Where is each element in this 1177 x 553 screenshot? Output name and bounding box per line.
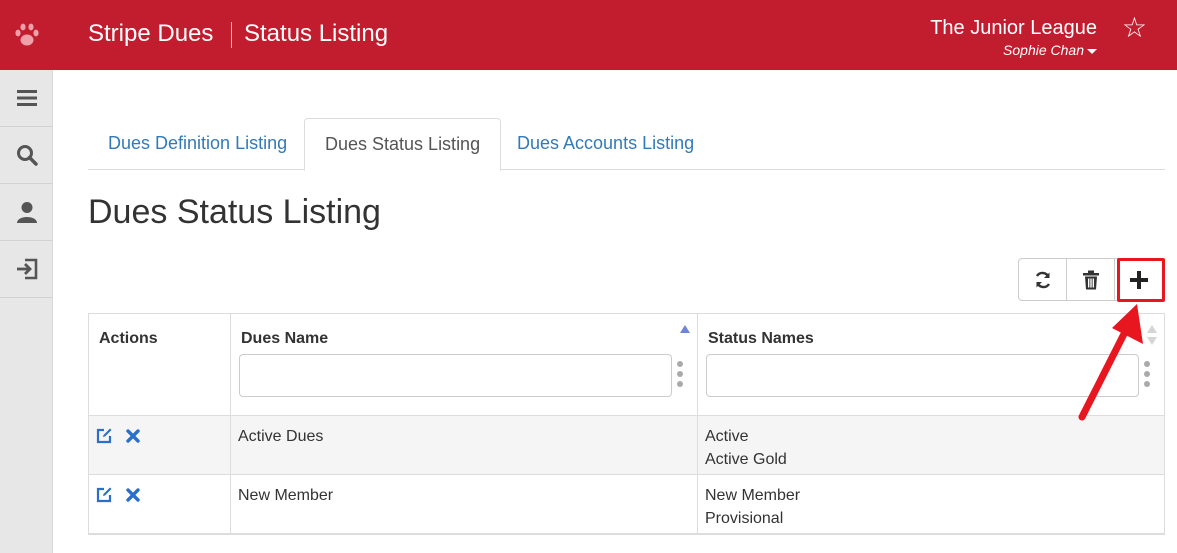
dues-name-filter-input[interactable]: [239, 354, 672, 397]
sidebar-profile-button[interactable]: [0, 184, 53, 241]
status-name: Active Gold: [705, 451, 787, 468]
kebab-menu-icon[interactable]: [677, 361, 683, 387]
table-row[interactable]: Active Dues Active Active Gold: [89, 416, 1164, 475]
sidebar-search-button[interactable]: [0, 127, 53, 184]
paw-icon[interactable]: [0, 0, 53, 70]
column-header-dues-name[interactable]: Dues Name: [231, 314, 698, 416]
table-row[interactable]: New Member New Member Provisional: [89, 475, 1164, 534]
title-divider: [231, 22, 232, 48]
menu-icon: [16, 90, 37, 106]
dues-name-cell: Active Dues: [231, 416, 698, 475]
tab-bar: Dues Definition Listing Dues Status List…: [88, 118, 1165, 171]
dues-name-value: Active Dues: [238, 428, 324, 445]
edit-icon[interactable]: [95, 486, 113, 504]
status-names-value: Active Active Gold: [705, 425, 787, 471]
column-label-dues-name: Dues Name: [241, 330, 329, 347]
status-names-cell: New Member Provisional: [698, 475, 1164, 534]
search-icon: [16, 145, 38, 166]
grid-toolbar: [1018, 258, 1164, 301]
tab-dues-status[interactable]: Dues Status Listing: [304, 118, 502, 171]
user-name-label: Sophie Chan: [1003, 42, 1084, 58]
edit-icon[interactable]: [95, 427, 113, 445]
tab-dues-definition[interactable]: Dues Definition Listing: [88, 118, 307, 170]
refresh-icon: [1035, 271, 1050, 288]
column-header-actions: Actions: [89, 314, 231, 416]
plus-icon: [1129, 270, 1148, 289]
sidebar: [0, 70, 53, 553]
column-label-actions: Actions: [99, 330, 158, 347]
delete-row-icon[interactable]: [124, 427, 142, 445]
column-label-status-names: Status Names: [708, 330, 814, 347]
page-title: Dues Status Listing: [88, 193, 381, 231]
delete-row-icon[interactable]: [124, 486, 142, 504]
star-outline-icon[interactable]: ☆: [1122, 14, 1147, 42]
refresh-button[interactable]: [1019, 259, 1067, 300]
status-names-value: New Member Provisional: [705, 484, 800, 530]
sidebar-logout-button[interactable]: [0, 241, 53, 298]
sidebar-menu-button[interactable]: [0, 70, 53, 127]
delete-button[interactable]: [1067, 259, 1115, 300]
user-icon: [16, 202, 37, 223]
organization-name: The Junior League: [930, 17, 1097, 39]
tab-dues-accounts[interactable]: Dues Accounts Listing: [497, 118, 714, 170]
chevron-down-icon: [1087, 48, 1097, 54]
app-title[interactable]: Stripe Dues: [88, 20, 213, 48]
logout-icon: [16, 258, 37, 280]
add-button[interactable]: [1115, 259, 1163, 300]
status-name: Active: [705, 428, 749, 445]
dues-name-value: New Member: [238, 487, 334, 504]
trash-icon: [1082, 270, 1099, 289]
top-header-bar: Stripe Dues Status Listing The Junior Le…: [0, 0, 1177, 70]
status-name: Provisional: [705, 510, 784, 527]
dues-name-cell: New Member: [231, 475, 698, 534]
page-breadcrumb: Status Listing: [244, 20, 389, 47]
annotation-arrow: [1078, 304, 1143, 421]
sort-ascending-icon[interactable]: [679, 324, 691, 334]
actions-cell: [89, 475, 231, 534]
actions-cell: [89, 416, 231, 475]
user-menu[interactable]: Sophie Chan: [1003, 42, 1097, 58]
dues-status-table: Actions Dues Name Status Names Active Du…: [88, 313, 1165, 535]
status-name: New Member: [705, 487, 801, 504]
